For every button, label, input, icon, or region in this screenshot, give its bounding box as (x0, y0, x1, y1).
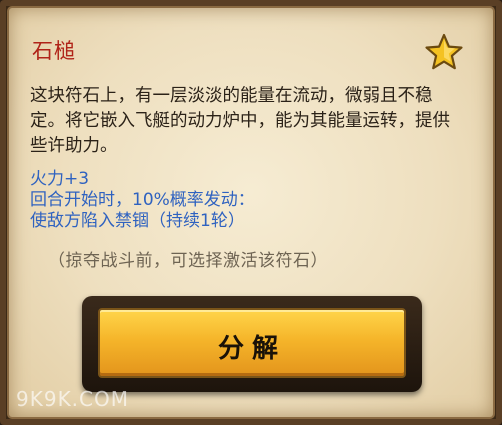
effect-line: 火力+3 (30, 169, 90, 189)
activation-hint: （掠夺战斗前，可选择激活该符石） (48, 251, 328, 271)
effect-line: 使敌方陷入禁锢（持续1轮） (30, 211, 245, 231)
watermark: 9K9K.COM (16, 387, 129, 411)
rune-effects: 火力+3 回合开始时，10%概率发动： 使敌方陷入禁锢（持续1轮） (30, 169, 450, 232)
decompose-button-label: 分解 (217, 334, 286, 364)
star-icon[interactable] (424, 32, 464, 72)
rune-title: 石槌 (32, 39, 76, 63)
decompose-button[interactable]: 分解 (98, 308, 406, 378)
effect-line: 回合开始时，10%概率发动： (30, 190, 255, 210)
rune-description: 这块符石上，有一层淡淡的能量在流动，微弱且不稳定。将它嵌入飞艇的动力炉中，能为其… (30, 86, 450, 156)
decompose-button-frame: 分解 (82, 296, 422, 392)
